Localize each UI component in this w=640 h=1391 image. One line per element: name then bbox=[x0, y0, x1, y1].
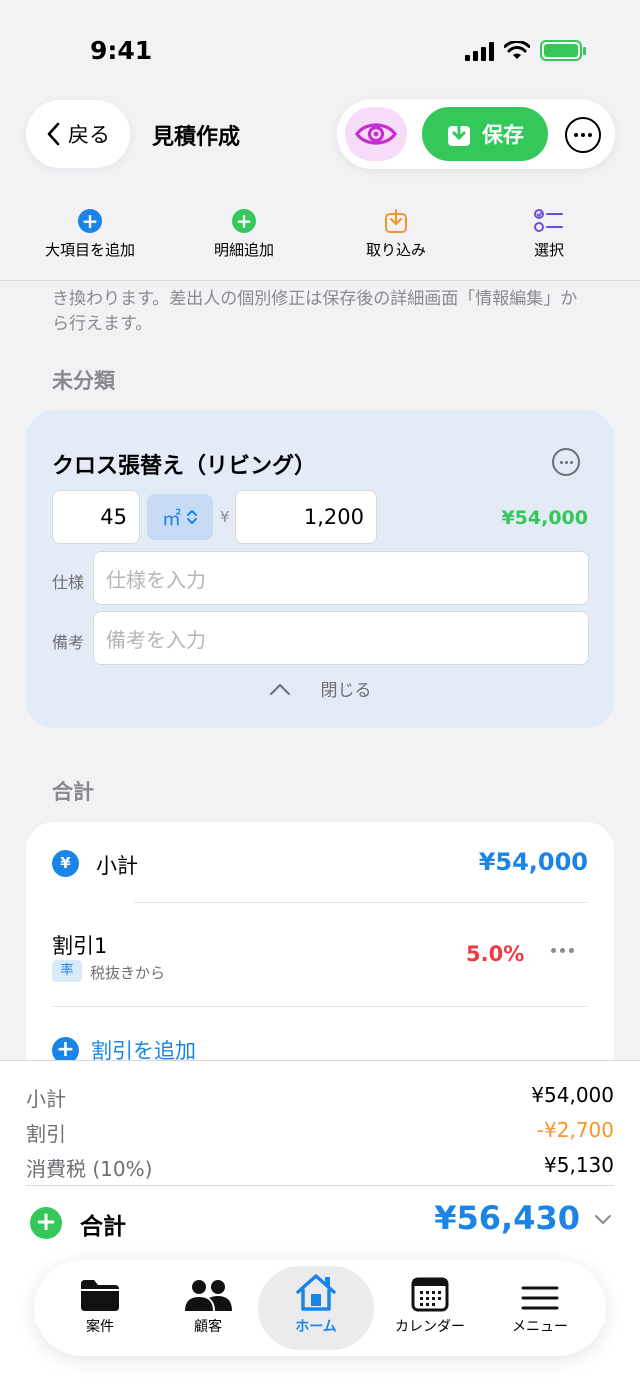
currency-symbol: ¥ bbox=[220, 508, 230, 526]
action-toolbar: + 大項目を追加 + 明細追加 取り込み 選択 bbox=[0, 195, 640, 281]
collapse-label: 閉じる bbox=[320, 681, 372, 701]
unit-label: ㎡ bbox=[161, 507, 181, 530]
page-title: 見積作成 bbox=[152, 125, 241, 150]
tab-label: ホーム bbox=[295, 1319, 337, 1335]
battery-icon bbox=[540, 40, 586, 61]
line-item-card: クロス張替え（リビング） 45 ㎡ ¥ 1,200 ¥54,000 仕様 仕様を… bbox=[26, 410, 614, 728]
tab-menu[interactable]: メニュー bbox=[482, 1260, 598, 1356]
import-icon bbox=[385, 209, 407, 233]
divider bbox=[134, 902, 588, 903]
eye-icon bbox=[355, 123, 397, 145]
add-detail-label: 明細追加 bbox=[213, 241, 274, 259]
select-label: 選択 bbox=[533, 241, 564, 259]
grand-total-label: 合計 bbox=[80, 1214, 126, 1240]
subtotal-row: ¥ 小計 ¥54,000 bbox=[52, 848, 588, 878]
tab-label: カレンダー bbox=[395, 1319, 465, 1335]
status-time: 9:41 bbox=[90, 36, 153, 65]
preview-button[interactable] bbox=[345, 107, 407, 161]
house-icon bbox=[296, 1274, 336, 1311]
tab-label: メニュー bbox=[512, 1319, 568, 1335]
line-item-more-icon[interactable] bbox=[552, 448, 580, 476]
note-input[interactable]: 備考を入力 bbox=[93, 611, 589, 665]
spec-input[interactable]: 仕様を入力 bbox=[93, 551, 589, 605]
unit-selector[interactable]: ㎡ bbox=[147, 494, 213, 540]
more-options-icon[interactable] bbox=[565, 117, 601, 153]
line-item-amount: ¥54,000 bbox=[501, 507, 588, 529]
divider bbox=[52, 1006, 588, 1007]
checklist-icon bbox=[534, 209, 563, 232]
cellular-signal-icon bbox=[465, 41, 494, 61]
status-bar: 9:41 bbox=[0, 0, 640, 100]
back-label: 戻る bbox=[68, 123, 110, 147]
collapse-button[interactable]: 閉じる bbox=[26, 676, 614, 701]
discount-type-badge: 率 bbox=[52, 960, 82, 982]
discount-more-icon[interactable] bbox=[551, 948, 574, 953]
chevron-up-icon bbox=[269, 683, 290, 695]
menu-icon bbox=[521, 1286, 559, 1310]
section-heading-uncategorized: 未分類 bbox=[52, 369, 115, 393]
discount-label[interactable]: 割引1 bbox=[52, 930, 107, 960]
calendar-icon bbox=[411, 1277, 449, 1312]
quantity-input[interactable]: 45 bbox=[52, 490, 140, 544]
tab-label: 案件 bbox=[86, 1319, 114, 1335]
add-major-item-button[interactable]: + 大項目を追加 bbox=[20, 207, 160, 260]
note-label: 備考 bbox=[52, 633, 85, 652]
notice-text: き換わります。差出人の個別修正は保存後の詳細画面「情報編集」から行えます。 bbox=[52, 289, 578, 334]
plus-circle-icon: + bbox=[78, 209, 102, 233]
plus-circle-icon[interactable]: + bbox=[30, 1207, 62, 1239]
divider bbox=[26, 1185, 614, 1186]
grand-total-value: ¥56,430 bbox=[434, 1199, 580, 1237]
chevron-up-down-icon bbox=[187, 509, 197, 525]
download-icon bbox=[448, 120, 470, 146]
tab-projects[interactable]: 案件 bbox=[42, 1260, 158, 1356]
select-button[interactable]: 選択 bbox=[479, 207, 619, 260]
totals-card: ¥ 小計 ¥54,000 割引1 率 税抜きから 5.0% + 割引を追加 bbox=[26, 822, 614, 1082]
plus-circle-icon: + bbox=[232, 209, 256, 233]
add-detail-button[interactable]: + 明細追加 bbox=[174, 207, 314, 260]
nav-actions: 保存 bbox=[337, 99, 615, 169]
people-icon bbox=[185, 1280, 232, 1311]
summary-tax-value: ¥5,130 bbox=[544, 1153, 614, 1177]
summary-discount-value: -¥2,700 bbox=[536, 1118, 614, 1142]
add-major-item-label: 大項目を追加 bbox=[44, 241, 135, 259]
chevron-down-icon[interactable] bbox=[594, 1213, 612, 1225]
tab-label: 顧客 bbox=[194, 1319, 222, 1335]
import-label: 取り込み bbox=[365, 241, 426, 259]
summary-discount-label: 割引 bbox=[26, 1122, 66, 1146]
tab-bar: 案件 顧客 ホーム カレンダー メニュー bbox=[34, 1260, 606, 1356]
summary-subtotal-value: ¥54,000 bbox=[531, 1083, 614, 1107]
wifi-icon bbox=[504, 40, 530, 59]
status-icons bbox=[465, 40, 586, 61]
summary-tax-label: 消費税 (10%) bbox=[26, 1157, 153, 1181]
spec-label: 仕様 bbox=[52, 573, 85, 592]
line-item-title: クロス張替え（リビング） bbox=[52, 454, 317, 479]
unit-price-input[interactable]: 1,200 bbox=[235, 490, 377, 544]
subtotal-value: ¥54,000 bbox=[478, 848, 588, 876]
import-button[interactable]: 取り込み bbox=[326, 207, 466, 260]
summary-subtotal-label: 小計 bbox=[26, 1087, 66, 1111]
folder-icon bbox=[81, 1280, 119, 1311]
save-label: 保存 bbox=[482, 123, 524, 147]
subtotal-label: 小計 bbox=[96, 854, 138, 878]
discount-value: 5.0% bbox=[466, 942, 525, 966]
save-button[interactable]: 保存 bbox=[422, 107, 548, 161]
tab-customers[interactable]: 顧客 bbox=[150, 1260, 266, 1356]
yen-circle-icon: ¥ bbox=[52, 850, 79, 877]
chevron-left-icon bbox=[47, 122, 60, 146]
back-button[interactable]: 戻る bbox=[26, 100, 130, 168]
tab-calendar[interactable]: カレンダー bbox=[372, 1260, 488, 1356]
discount-basis: 税抜きから bbox=[90, 964, 166, 982]
section-heading-total: 合計 bbox=[52, 780, 94, 804]
tab-home[interactable]: ホーム bbox=[258, 1266, 374, 1350]
